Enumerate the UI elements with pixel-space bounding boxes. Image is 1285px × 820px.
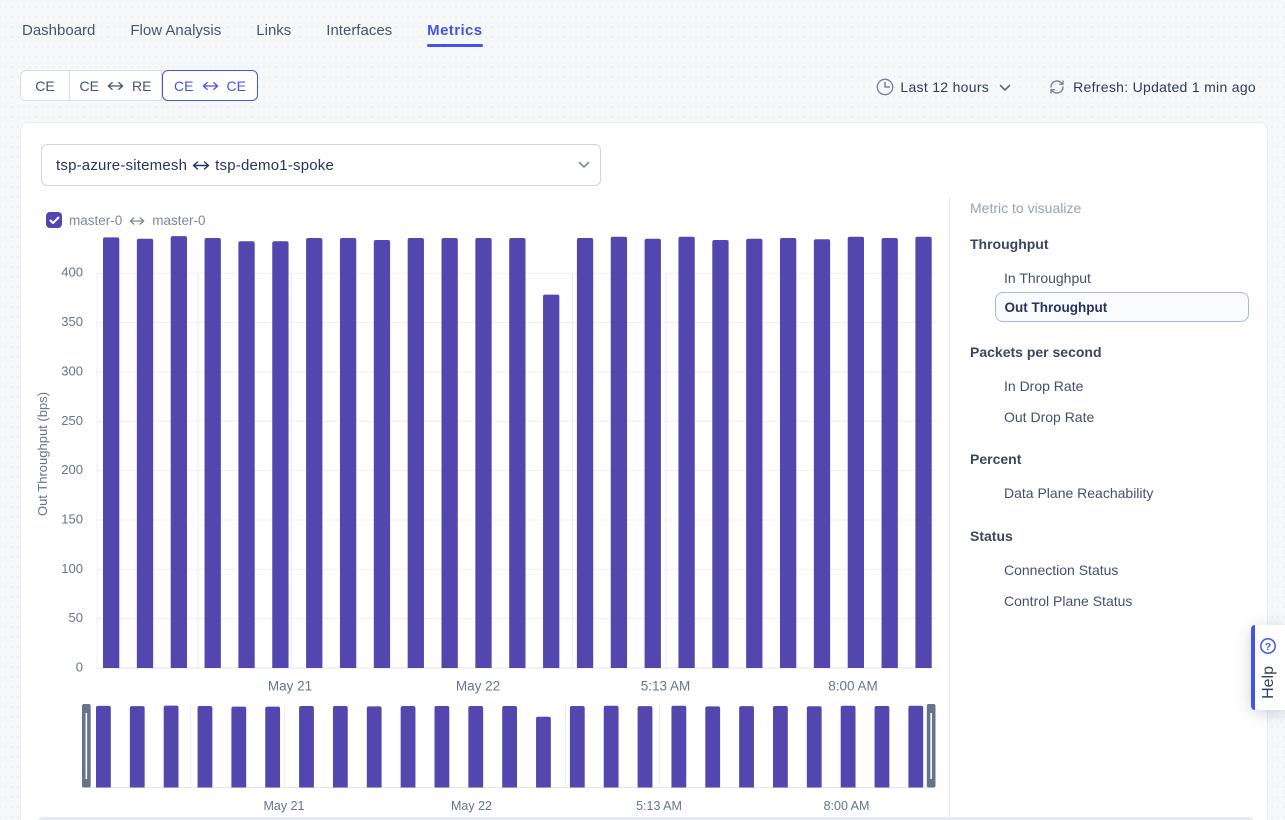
svg-text:?: ? [1265, 641, 1271, 653]
svg-text:250: 250 [61, 413, 83, 428]
svg-text:8:00 AM: 8:00 AM [824, 799, 870, 813]
svg-text:150: 150 [61, 511, 83, 526]
svg-text:50: 50 [69, 610, 83, 625]
svg-text:Out Throughput (bps): Out Throughput (bps) [35, 392, 50, 516]
svg-text:200: 200 [61, 462, 83, 477]
svg-text:May 21: May 21 [268, 679, 312, 694]
svg-text:May 22: May 22 [456, 679, 500, 694]
svg-text:400: 400 [61, 265, 83, 280]
svg-text:0: 0 [76, 660, 83, 675]
svg-text:350: 350 [61, 314, 83, 329]
svg-text:100: 100 [61, 561, 83, 576]
svg-text:5:13 AM: 5:13 AM [641, 679, 691, 694]
svg-text:5:13 AM: 5:13 AM [636, 799, 682, 813]
svg-text:May 21: May 21 [264, 799, 305, 813]
svg-text:300: 300 [61, 363, 83, 378]
svg-text:8:00 AM: 8:00 AM [828, 679, 878, 694]
svg-text:May 22: May 22 [451, 799, 492, 813]
